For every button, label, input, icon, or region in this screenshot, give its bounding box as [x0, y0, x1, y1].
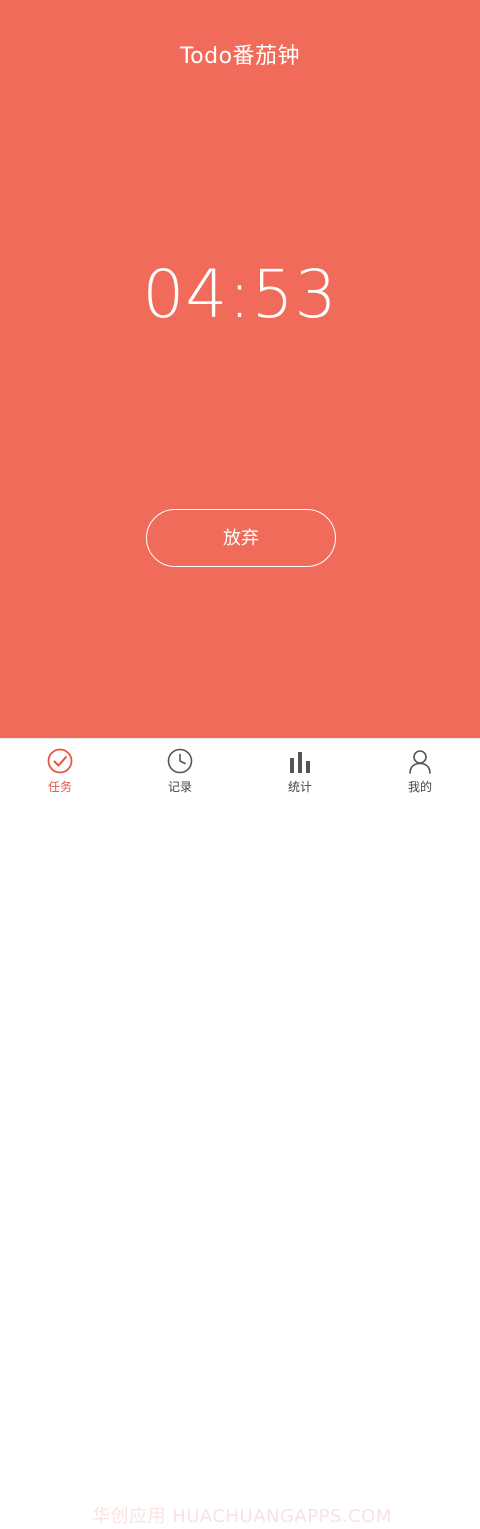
tab-label: 统计 [287, 780, 312, 794]
tab-label: 记录 [167, 780, 192, 794]
countdown-timer: 04:53 [142, 256, 338, 333]
pomodoro-screen: Todo番茄钟 04:53 放弃 [0, 0, 480, 738]
give-up-button[interactable]: 放弃 [146, 509, 336, 567]
check-circle-icon [47, 748, 73, 774]
clock-icon [167, 748, 193, 774]
tab-tasks[interactable]: 任务 [0, 739, 120, 800]
tab-profile[interactable]: 我的 [360, 739, 480, 800]
user-icon [409, 750, 431, 774]
watermark: 华创应用 HUACHUANGAPPS.COM [92, 1506, 392, 1527]
tab-label: 我的 [407, 780, 432, 794]
page-title: Todo番茄钟 [179, 44, 301, 69]
tab-records[interactable]: 记录 [120, 739, 240, 800]
bottom-tab-bar: 任务 记录 统计 我的 华创应用 HUACHUANGAPPS.COM [0, 738, 480, 1527]
bar-chart-icon [290, 752, 310, 773]
tab-label: 任务 [47, 780, 72, 794]
tab-stats[interactable]: 统计 [240, 739, 360, 800]
